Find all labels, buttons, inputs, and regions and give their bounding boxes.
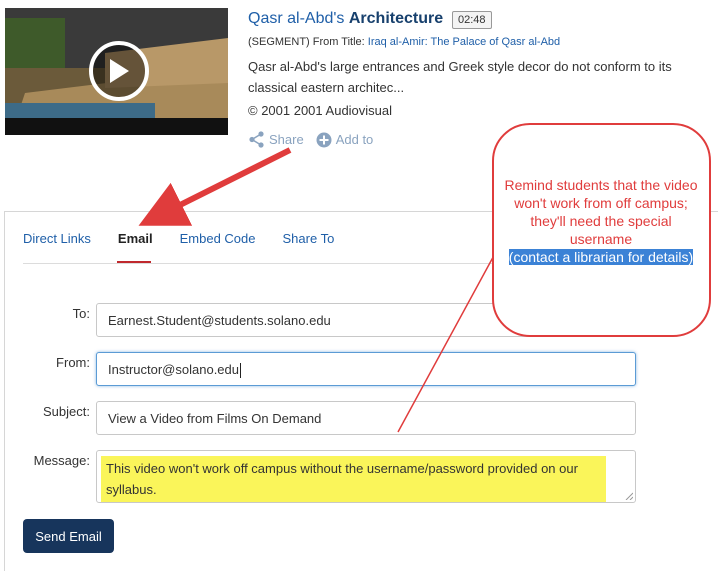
to-label: To: <box>72 306 90 321</box>
play-button[interactable] <box>89 41 149 101</box>
from-field[interactable]: Instructor@solano.edu <box>96 352 636 386</box>
callout-text-normal: Remind students that the video won't wor… <box>504 177 698 247</box>
subject-field[interactable]: View a Video from Films On Demand <box>96 401 636 435</box>
callout-text-selected: (contact a librarian for details) <box>508 249 694 265</box>
segment-title-link[interactable]: Iraq al-Amir: The Palace of Qasr al-Abd <box>368 36 560 48</box>
from-value: Instructor@solano.edu <box>108 362 239 377</box>
message-label: Message: <box>33 453 90 468</box>
tab-embed-code[interactable]: Embed Code <box>180 231 256 246</box>
text-caret <box>240 363 241 379</box>
message-value: This video won't work off campus without… <box>101 456 606 502</box>
video-title[interactable]: Qasr al-Abd's Architecture <box>248 10 443 28</box>
subject-label: Subject: <box>43 404 90 419</box>
tab-share-to[interactable]: Share To <box>283 231 335 246</box>
share-label: Share <box>269 132 304 147</box>
from-label: From: <box>56 355 90 370</box>
add-to-button[interactable]: Add to <box>316 132 374 148</box>
tab-email[interactable]: Email <box>118 231 153 246</box>
callout-text: Remind students that the video won't wor… <box>500 176 702 266</box>
video-title-bold: Architecture <box>348 10 444 27</box>
arrow-to-email-tab <box>138 147 292 226</box>
to-value: Earnest.Student@students.solano.edu <box>108 313 331 328</box>
plus-circle-icon <box>316 132 332 147</box>
subject-value: View a Video from Films On Demand <box>108 411 322 426</box>
video-thumbnail[interactable] <box>5 8 228 135</box>
send-email-button[interactable]: Send Email <box>23 519 114 553</box>
copyright-text: © 2001 2001 Audiovisual <box>248 103 393 118</box>
video-description: Qasr al-Abd's large entrances and Greek … <box>248 59 672 95</box>
duration-badge: 02:48 <box>452 11 492 29</box>
share-button[interactable]: Share <box>248 131 304 148</box>
video-title-prefix: Qasr al-Abd's <box>248 10 349 27</box>
share-tabs: Direct Links Email Embed Code Share To <box>23 231 361 246</box>
segment-info: (SEGMENT) From Title: Iraq al-Amir: The … <box>248 36 560 48</box>
tab-direct-links[interactable]: Direct Links <box>23 231 91 246</box>
video-actions: Share Add to <box>248 131 381 148</box>
add-to-label: Add to <box>335 132 374 147</box>
resize-handle-icon[interactable] <box>625 492 633 500</box>
share-icon <box>249 131 264 148</box>
play-icon <box>110 59 129 83</box>
segment-prefix: (SEGMENT) From Title: <box>248 36 368 48</box>
message-textarea[interactable]: This video won't work off campus without… <box>96 450 636 503</box>
